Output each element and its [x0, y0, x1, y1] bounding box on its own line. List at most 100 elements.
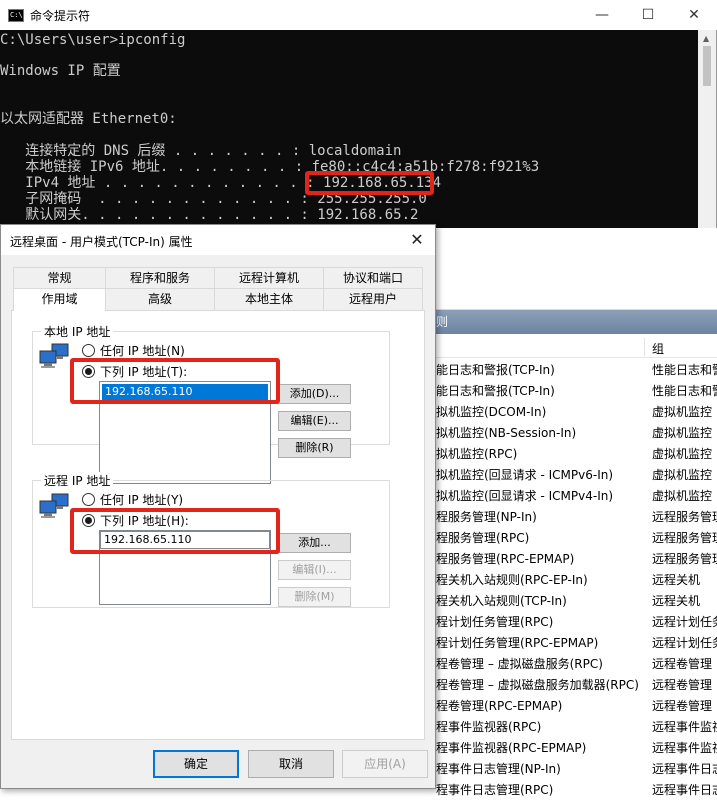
remote-ip-label: 远程 IP 地址: [41, 472, 114, 489]
local-these-ip-option[interactable]: 下列 IP 地址(T):: [82, 363, 187, 380]
table-row[interactable]: 程服务管理(RPC-EPMAP) 远程服务管理: [430, 548, 717, 569]
console-title: 命令提示符: [30, 8, 91, 23]
local-edit-button[interactable]: 编辑(E)...: [278, 411, 351, 431]
rule-name: 程卷管理 – 虚拟磁盘服务加载器(RPC): [436, 678, 639, 692]
console-line: 连接特定的 DNS 后缀 . . . . . . . : localdomain: [0, 143, 402, 159]
remote-add-button[interactable]: 添加...: [278, 533, 351, 553]
rules-column-header: 组: [430, 336, 717, 358]
table-row[interactable]: 程卷管理 – 虚拟磁盘服务加载器(RPC) 远程卷管理: [430, 674, 717, 695]
local-any-ip-label: 任何 IP 地址(N): [100, 344, 185, 358]
remote-remove-button[interactable]: 删除(M): [278, 587, 351, 607]
scroll-up-icon[interactable]: ▲: [703, 34, 709, 43]
scroll-thumb[interactable]: [703, 46, 711, 86]
remote-these-ip-option[interactable]: 下列 IP 地址(H):: [82, 512, 189, 529]
table-row[interactable]: 程事件监视器(RPC) 远程事件监视: [430, 716, 717, 737]
table-row[interactable]: 能日志和警报(TCP-In) 性能日志和警报: [430, 380, 717, 401]
console-line: 默认网关. . . . . . . . . . . . . : 192.168.…: [0, 207, 419, 223]
table-row[interactable]: 能日志和警报(TCP-In) 性能日志和警报: [430, 359, 717, 380]
table-row[interactable]: 拟机监控(RPC) 虚拟机监控: [430, 443, 717, 464]
radio-button-selected[interactable]: [82, 365, 95, 378]
table-row[interactable]: 拟机监控(回显请求 - ICMPv6-In) 虚拟机监控: [430, 464, 717, 485]
rule-name: 程关机入站规则(RPC-EP-In): [436, 573, 588, 587]
table-row[interactable]: 程服务管理(RPC) 远程服务管理: [430, 527, 717, 548]
rule-group: 虚拟机监控: [652, 405, 713, 419]
rule-name: 程卷管理(RPC-EPMAP): [436, 699, 563, 713]
remote-ip-input[interactable]: 192.168.65.110: [100, 531, 270, 549]
table-row[interactable]: 程事件监视器(RPC-EPMAP) 远程事件监视: [430, 737, 717, 758]
local-ip-label: 本地 IP 地址: [41, 323, 114, 340]
table-row[interactable]: 程关机入站规则(TCP-In) 远程关机: [430, 590, 717, 611]
table-row[interactable]: 程事件日志管理(NP-In) 远程事件日志: [430, 758, 717, 779]
command-prompt-window[interactable]: C:\ 命令提示符 — ☐ ✕ C:\Users\user>ipconfig W…: [0, 0, 717, 232]
rule-group: 远程关机: [652, 573, 701, 587]
minimize-button[interactable]: —: [579, 0, 625, 30]
rule-group: 远程卷管理: [652, 699, 713, 713]
console-titlebar[interactable]: C:\ 命令提示符 — ☐ ✕: [0, 0, 717, 30]
local-ip-list[interactable]: 192.168.65.110: [99, 381, 271, 484]
radio-button[interactable]: [82, 493, 95, 506]
tab-row-bottom: 作用域 高级 本地主体 远程用户: [13, 288, 423, 311]
list-item[interactable]: 192.168.65.110: [102, 384, 268, 400]
table-row[interactable]: 程服务管理(NP-In) 远程服务管理: [430, 506, 717, 527]
rule-name: 程计划任务管理(RPC): [436, 615, 554, 629]
tab-advanced[interactable]: 高级: [105, 288, 215, 310]
dialog-title: 远程桌面 - 用户模式(TCP-In) 属性: [10, 235, 193, 249]
radio-button[interactable]: [82, 344, 95, 357]
local-any-ip-option[interactable]: 任何 IP 地址(N): [82, 342, 185, 359]
maximize-button[interactable]: ☐: [625, 0, 671, 30]
rule-group: 虚拟机监控: [652, 489, 713, 503]
remote-any-ip-label: 任何 IP 地址(Y): [100, 493, 184, 507]
console-line: C:\Users\user>ipconfig: [0, 32, 186, 48]
table-row[interactable]: 程卷管理(RPC-EPMAP) 远程卷管理: [430, 695, 717, 716]
console-app-icon: C:\: [8, 8, 24, 22]
cancel-button[interactable]: 取消: [248, 750, 334, 778]
rule-name: 程事件监视器(RPC-EPMAP): [436, 741, 587, 755]
firewall-rules-pane: 则 组 能日志和警报(TCP-In)性能日志和警报能日志和警报(TCP-In)性…: [430, 228, 717, 797]
console-scrollbar[interactable]: ▲: [698, 30, 716, 232]
close-icon[interactable]: ✕: [405, 228, 429, 252]
tab-scope[interactable]: 作用域: [13, 288, 106, 311]
table-row[interactable]: 拟机监控(回显请求 - ICMPv4-In) 虚拟机监控: [430, 485, 717, 506]
table-row[interactable]: 程事件日志管理(RPC) 远程事件日志: [430, 779, 717, 800]
table-row[interactable]: 拟机监控(DCOM-In) 虚拟机监控: [430, 401, 717, 422]
rule-name: 拟机监控(回显请求 - ICMPv4-In): [436, 489, 614, 503]
rule-name: 能日志和警报(TCP-In): [436, 363, 555, 377]
table-row[interactable]: 拟机监控(NB-Session-In) 虚拟机监控: [430, 422, 717, 443]
local-add-button[interactable]: 添加(D)...: [278, 384, 351, 404]
rules-toolbar-area: [430, 228, 717, 310]
column-group[interactable]: 组: [652, 340, 664, 357]
remote-any-ip-option[interactable]: 任何 IP 地址(Y): [82, 491, 183, 508]
local-these-ip-label: 下列 IP 地址(T):: [100, 365, 188, 379]
rule-group: 远程计划任务: [652, 636, 717, 650]
table-row[interactable]: 程计划任务管理(RPC-EPMAP) 远程计划任务: [430, 632, 717, 653]
tab-remote-users[interactable]: 远程用户: [323, 288, 423, 310]
apply-button[interactable]: 应用(A): [342, 750, 428, 778]
local-remove-button[interactable]: 删除(R): [278, 438, 351, 458]
tab-programs-services[interactable]: 程序和服务: [105, 267, 215, 289]
dialog-titlebar[interactable]: 远程桌面 - 用户模式(TCP-In) 属性 ✕: [1, 225, 435, 255]
tab-local-principals[interactable]: 本地主体: [214, 288, 324, 310]
table-row[interactable]: 程卷管理 – 虚拟磁盘服务(RPC) 远程卷管理: [430, 653, 717, 674]
table-row[interactable]: 程关机入站规则(RPC-EP-In) 远程关机: [430, 569, 717, 590]
rule-group: 远程计划任务: [652, 615, 717, 629]
remote-ip-list[interactable]: 192.168.65.110: [99, 530, 271, 605]
close-button[interactable]: ✕: [671, 0, 717, 30]
radio-button-selected[interactable]: [82, 514, 95, 527]
tab-remote-computers[interactable]: 远程计算机: [214, 267, 324, 289]
rule-name: 程关机入站规则(TCP-In): [436, 594, 567, 608]
rule-group: 远程事件监视: [652, 741, 717, 755]
rule-group: 性能日志和警报: [652, 363, 717, 377]
tab-general[interactable]: 常规: [13, 267, 106, 289]
rule-name: 程服务管理(NP-In): [436, 510, 537, 524]
table-row[interactable]: 程计划任务管理(RPC) 远程计划任务: [430, 611, 717, 632]
remote-edit-button[interactable]: 编辑(I)...: [278, 560, 351, 580]
ok-button[interactable]: 确定: [153, 750, 239, 778]
properties-dialog[interactable]: 远程桌面 - 用户模式(TCP-In) 属性 ✕ 常规 程序和服务 远程计算机 …: [0, 224, 436, 789]
tab-protocols-ports[interactable]: 协议和端口: [323, 267, 423, 289]
rule-group: 虚拟机监控: [652, 447, 713, 461]
rule-group: 性能日志和警报: [652, 384, 717, 398]
rule-name: 程事件日志管理(NP-In): [436, 762, 561, 776]
rule-group: 远程服务管理: [652, 552, 717, 566]
rule-group: 远程服务管理: [652, 531, 717, 545]
console-line: 本地链接 IPv6 地址. . . . . . . . : fe80::c4c4…: [0, 159, 540, 175]
